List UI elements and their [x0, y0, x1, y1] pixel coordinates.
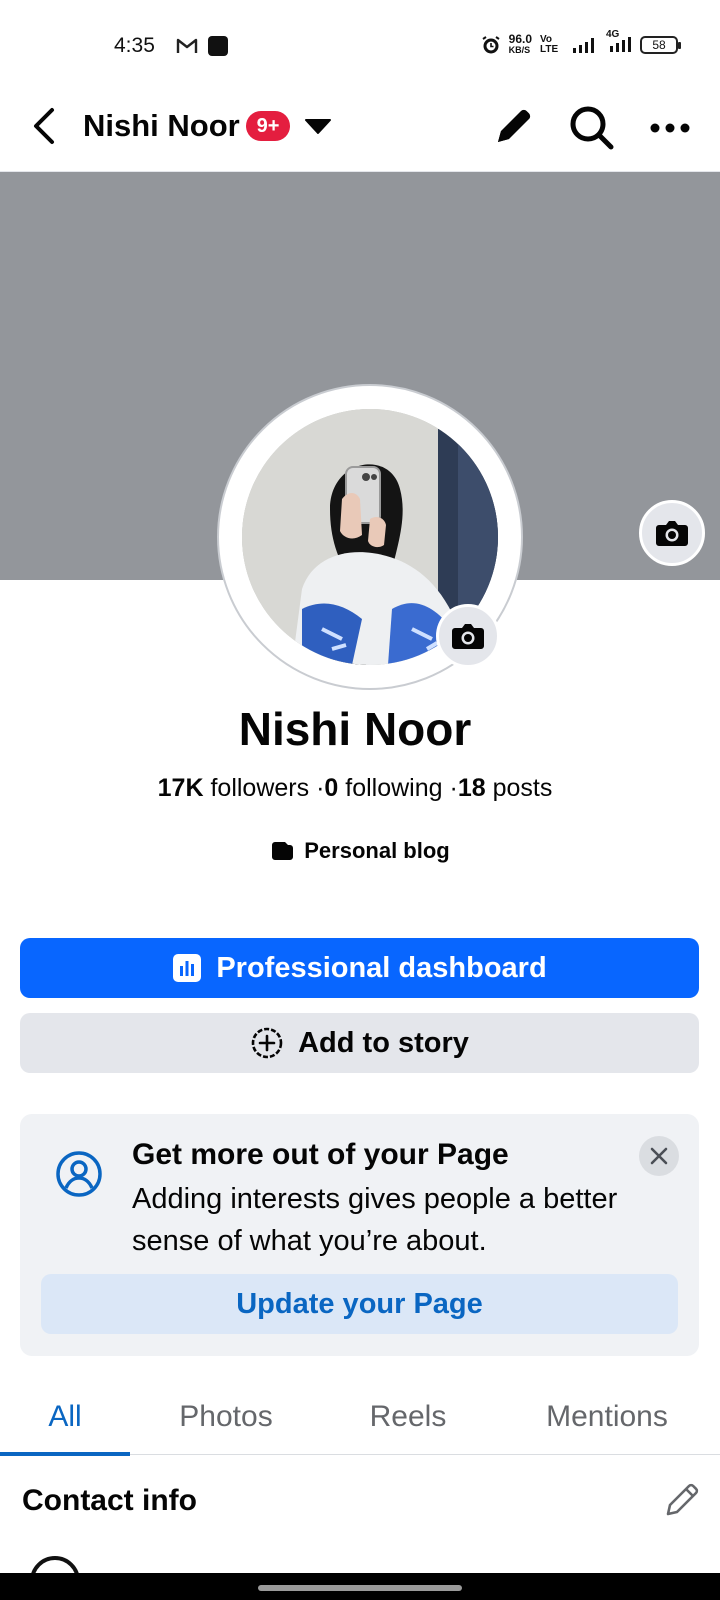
following-label[interactable]: following	[345, 774, 442, 802]
notification-badge: 9+	[246, 111, 290, 141]
back-arrow-icon	[34, 108, 54, 144]
edit-button[interactable]	[486, 102, 538, 154]
category-icon	[272, 842, 294, 860]
update-page-button[interactable]: Update your Page	[41, 1274, 678, 1334]
contact-info-heading: Contact info	[22, 1484, 197, 1517]
edit-profile-picture-button[interactable]	[436, 604, 500, 668]
search-button[interactable]	[566, 102, 618, 154]
profile-name: Nishi Noor	[238, 703, 472, 755]
following-count[interactable]: 0	[324, 774, 338, 802]
followers-label[interactable]: followers	[210, 774, 309, 802]
pencil-icon	[498, 109, 531, 142]
dashboard-chart-icon	[173, 954, 202, 982]
camera-icon	[452, 624, 484, 649]
battery-level: 58	[652, 38, 666, 52]
dismiss-suggestion-button[interactable]	[639, 1136, 679, 1176]
signal-icon	[573, 38, 594, 53]
search-icon	[570, 106, 614, 150]
add-to-story-label: Add to story	[298, 1026, 469, 1059]
more-options-button[interactable]	[644, 102, 696, 154]
suggestion-card: Get more out of your Page Adding interes…	[20, 1114, 699, 1356]
add-circle-icon	[251, 1027, 283, 1059]
posts-count: 18	[457, 774, 486, 802]
close-icon	[650, 1147, 668, 1165]
tab-reels[interactable]: Reels	[322, 1378, 494, 1455]
tab-all[interactable]: All	[0, 1378, 130, 1456]
header-page-name[interactable]: Nishi Noor	[83, 104, 240, 148]
volte-indicator: Vo LTE	[540, 34, 559, 55]
top-header: Nishi Noor 9+	[0, 88, 720, 172]
page-category-label: Personal blog	[304, 838, 450, 863]
page-category: Personal blog	[0, 838, 720, 864]
gmail-icon	[176, 38, 198, 53]
professional-dashboard-label: Professional dashboard	[216, 951, 547, 984]
net-speed-value: 96.0	[508, 32, 532, 46]
alarm-icon	[482, 36, 500, 54]
status-time: 4:35	[114, 34, 155, 57]
pencil-outline-icon	[666, 1483, 699, 1516]
more-dots-icon	[650, 123, 690, 133]
home-gesture-handle[interactable]	[258, 1585, 462, 1591]
net-speed-unit: KB/S	[508, 45, 531, 55]
caret-down-icon	[305, 119, 331, 134]
app-notification-icon	[208, 36, 228, 56]
add-to-story-button[interactable]: Add to story	[20, 1013, 699, 1073]
suggestion-body: Adding interests gives people a better s…	[132, 1183, 618, 1257]
profile-stats: 17K followers ·0 following ·18 posts	[0, 774, 710, 803]
posts-label: posts	[492, 774, 553, 802]
edit-contact-info-button[interactable]	[660, 1478, 704, 1522]
profile-circle-icon	[56, 1151, 102, 1197]
camera-icon	[656, 521, 688, 546]
stats-separator: ·	[449, 774, 458, 802]
suggestion-title: Get more out of your Page	[132, 1138, 509, 1171]
battery-icon: 58	[640, 36, 681, 54]
tab-mentions[interactable]: Mentions	[494, 1378, 720, 1455]
professional-dashboard-button[interactable]: Professional dashboard	[20, 938, 699, 998]
followers-count[interactable]: 17K	[158, 774, 204, 802]
network-type: 4G	[606, 28, 620, 40]
tab-photos[interactable]: Photos	[130, 1378, 322, 1455]
edit-cover-button[interactable]	[639, 500, 705, 566]
back-button[interactable]	[24, 104, 64, 148]
profile-tabs: All Photos Reels Mentions	[0, 1378, 720, 1456]
page-switcher-button[interactable]	[300, 112, 336, 140]
status-bar: 4:35 96.0 KB/S Vo LTE 4G 58	[0, 0, 720, 88]
